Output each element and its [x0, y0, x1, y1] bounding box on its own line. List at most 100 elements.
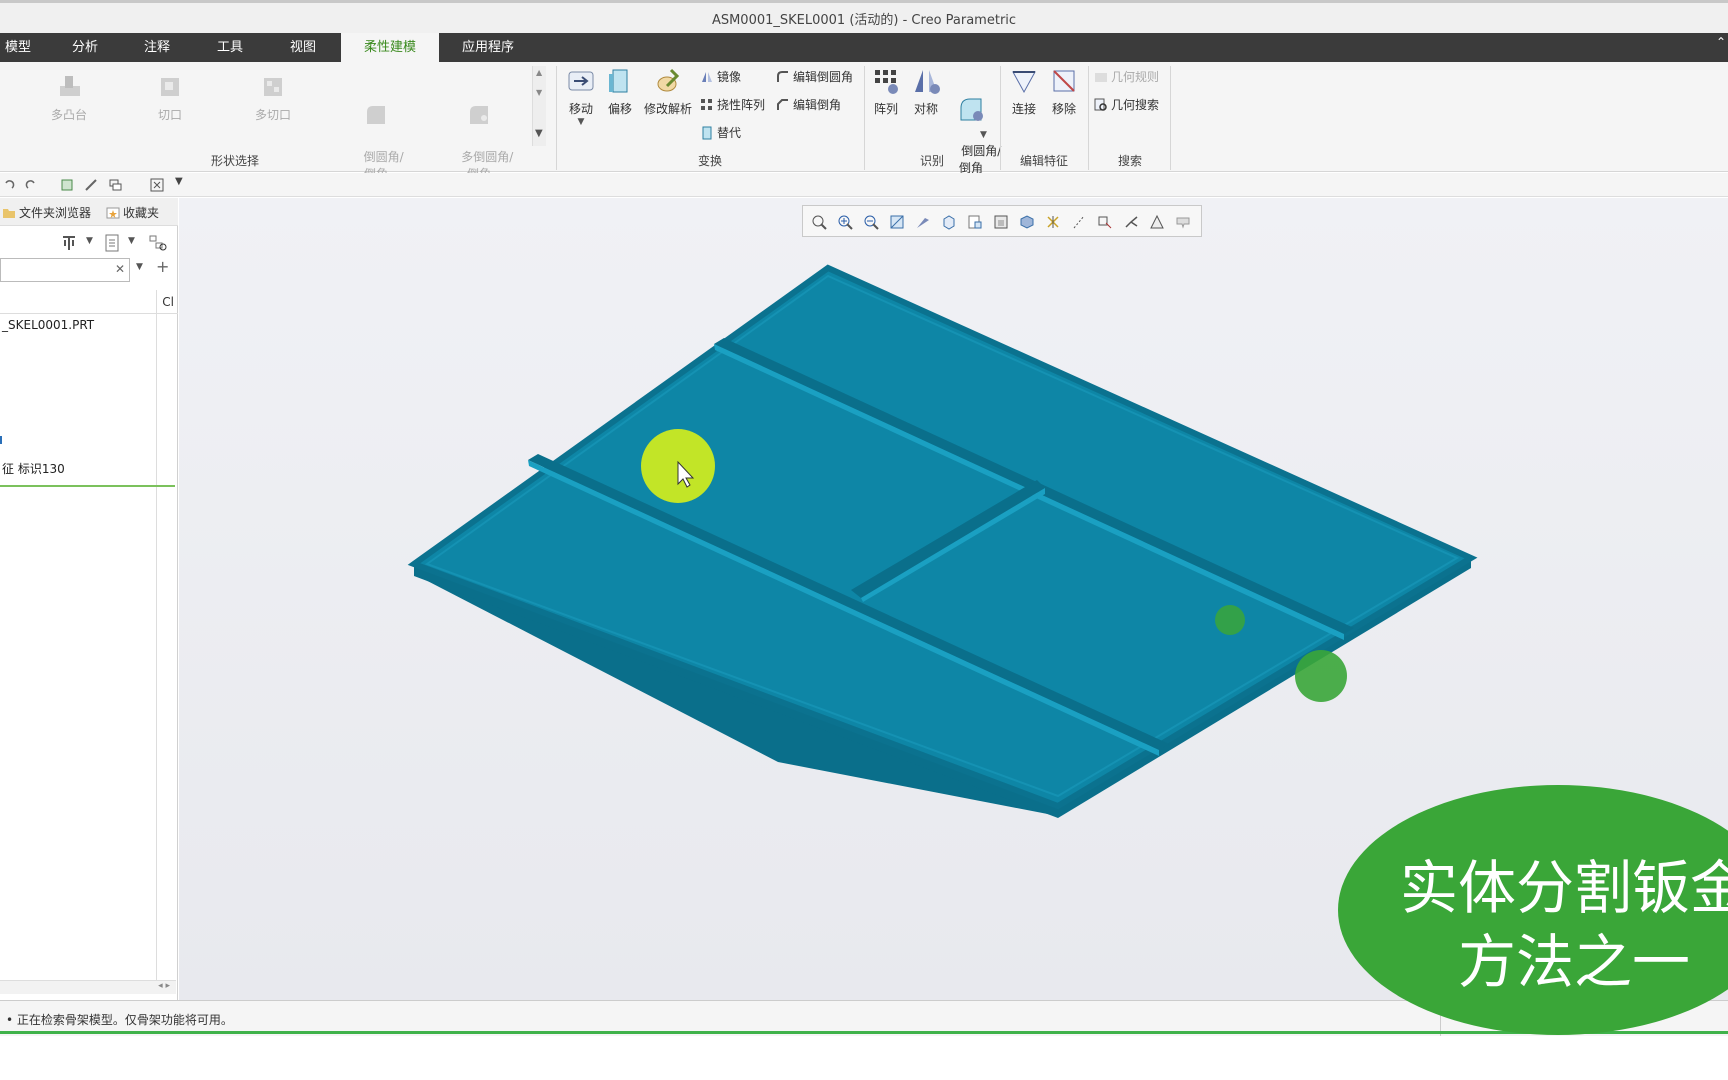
edit-round-button[interactable]: 编辑倒圆角: [776, 68, 853, 85]
cut-button[interactable]: 切口: [145, 72, 195, 123]
cut-icon: [161, 78, 179, 96]
green-dot: [1215, 605, 1245, 635]
tab-applications[interactable]: 应用程序: [452, 33, 524, 62]
group-separator: [1170, 66, 1171, 170]
pattern-icon: [701, 99, 712, 110]
tree-filter-icon[interactable]: [148, 234, 168, 252]
tab-favorites[interactable]: 收藏夹: [106, 204, 159, 221]
gallery-scroll[interactable]: ▲ ▼ ▼: [532, 66, 546, 146]
column-header-label: Cl: [162, 295, 174, 309]
group-separator: [864, 66, 865, 170]
edit-round-icon: [777, 71, 788, 82]
tab-model[interactable]: 模型: [0, 33, 36, 62]
insert-here-indicator[interactable]: [0, 485, 175, 487]
green-dot: [1295, 650, 1347, 702]
attach-icon: [1012, 71, 1036, 94]
group-separator: [1088, 66, 1089, 170]
modify-analytic-button[interactable]: 修改解析: [640, 66, 696, 117]
tab-tools[interactable]: 工具: [205, 33, 255, 62]
overlay-line-2: 方法之一: [1458, 928, 1691, 996]
move-button[interactable]: 移动 ▼: [560, 66, 602, 127]
remove-icon: [1053, 70, 1075, 92]
column-divider[interactable]: [156, 290, 157, 980]
mirror-button[interactable]: 镜像: [700, 68, 741, 85]
group-separator: [556, 66, 557, 170]
recognize-symmetry-button[interactable]: 对称: [908, 66, 944, 117]
ribbon-collapse-icon[interactable]: ⌃: [1716, 35, 1726, 49]
undo-icon[interactable]: [2, 178, 16, 192]
tab-analysis[interactable]: 分析: [60, 33, 110, 62]
geometry-rules-button[interactable]: 几何规则: [1094, 68, 1159, 85]
mirror-icon: [702, 72, 712, 82]
tree-search-input[interactable]: ✕: [0, 258, 130, 282]
boss-icon: [60, 76, 80, 96]
multi-round-icon: [470, 106, 488, 124]
recognize-round-icon: [960, 98, 983, 121]
round-chamfer-icon: [367, 106, 385, 124]
recognize-pattern-button[interactable]: 阵列: [868, 66, 904, 117]
geometry-search-button[interactable]: 几何搜索: [1094, 96, 1159, 113]
regen-manager-icon[interactable]: [84, 178, 98, 192]
group-separator: [1000, 66, 1001, 170]
status-message: • 正在检索骨架模型。仅骨架功能将可用。: [6, 1013, 233, 1027]
window-title: ASM0001_SKEL0001 (活动的) - Creo Parametric: [711, 13, 1017, 28]
multi-boss-button[interactable]: 多凸台: [44, 72, 94, 123]
title-bar: ASM0001_SKEL0001 (活动的) - Creo Parametric: [0, 0, 1728, 33]
ribbon: 多凸台 切口 多切口 倒圆角/ 倒角 多倒圆角/ 倒角 ▲ ▼ ▼ 形状选择 移…: [0, 62, 1728, 181]
remove-button[interactable]: 移除: [1046, 66, 1082, 117]
group-label-search: 搜索: [1117, 154, 1142, 168]
tab-view[interactable]: 视图: [278, 33, 328, 62]
status-progress-line: [0, 1031, 1728, 1034]
group-label-transform: 变换: [697, 154, 722, 168]
group-label-recognize: 识别: [919, 154, 944, 168]
regenerate-icon[interactable]: [60, 178, 74, 192]
tab-annotate[interactable]: 注释: [132, 33, 182, 62]
geometry-rules-icon: [1095, 73, 1107, 82]
symmetry-icon: [915, 70, 940, 94]
scroll-arrows-icon[interactable]: ◂ ▸: [158, 981, 170, 991]
tab-flexible-modeling[interactable]: 柔性建模: [341, 33, 439, 62]
customize-dropdown-icon[interactable]: ▼: [175, 176, 183, 187]
scroll-up-icon[interactable]: ▲: [536, 68, 542, 77]
search-dropdown-icon[interactable]: ▼: [136, 262, 143, 272]
tab-folder-browser[interactable]: 文件夹浏览器: [2, 204, 91, 221]
group-label-edit-features: 编辑特征: [1019, 154, 1068, 168]
flex-pattern-button[interactable]: 挠性阵列: [700, 96, 765, 113]
offset-icon: [609, 69, 628, 93]
horizontal-scrollbar[interactable]: ◂ ▸: [0, 980, 176, 994]
folder-icon: [3, 209, 15, 218]
recognize-round-chamfer-button[interactable]: 倒圆角/ 倒角: [946, 66, 1001, 190]
round-chamfer-dropdown-icon[interactable]: ▼: [980, 130, 987, 140]
bottom-margin: [0, 1036, 1728, 1080]
move-dropdown-icon[interactable]: ▼: [560, 117, 602, 127]
attach-button[interactable]: 连接: [1006, 66, 1042, 117]
add-icon[interactable]: +: [156, 257, 169, 276]
group-label-shape-select: 形状选择: [210, 154, 259, 168]
show-dropdown-icon[interactable]: ▼: [128, 236, 135, 246]
windows-icon[interactable]: [108, 178, 122, 192]
offset-button[interactable]: 偏移: [604, 66, 636, 117]
move-icon: [568, 71, 594, 91]
close-window-icon[interactable]: [150, 178, 164, 192]
gallery-expand-icon[interactable]: ▼: [535, 128, 543, 139]
tree-item-part[interactable]: _SKEL0001.PRT: [2, 318, 94, 332]
settings-dropdown-icon[interactable]: ▼: [86, 236, 93, 246]
model-tree-panel: 文件夹浏览器 收藏夹 ▼ ▼ ✕ ▼ + Cl _SKEL0001.PRT 征 …: [0, 198, 178, 1000]
overlay-line-1: 实体分割钣金: [1400, 854, 1728, 922]
tree-item-feature[interactable]: 征 标识130: [2, 460, 65, 477]
recognize-pattern-icon: [875, 70, 898, 94]
redo-icon[interactable]: [24, 178, 38, 192]
multi-cut-icon: [264, 78, 282, 96]
clear-search-icon[interactable]: ✕: [115, 262, 125, 276]
settings-icon[interactable]: [60, 234, 78, 252]
scroll-down-icon[interactable]: ▼: [536, 88, 542, 97]
show-icon[interactable]: [104, 234, 120, 252]
multi-cut-button[interactable]: 多切口: [248, 72, 298, 123]
edit-chamfer-button[interactable]: 编辑倒角: [776, 96, 841, 113]
substitute-icon: [702, 126, 712, 140]
geometry-search-icon: [1094, 98, 1107, 111]
ribbon-tab-bar: 模型 分析 注释 工具 视图 柔性建模 应用程序 ⌃: [0, 33, 1728, 62]
substitute-button[interactable]: 替代: [700, 124, 741, 141]
edit-chamfer-icon: [777, 99, 788, 110]
favorites-icon: [106, 207, 120, 219]
